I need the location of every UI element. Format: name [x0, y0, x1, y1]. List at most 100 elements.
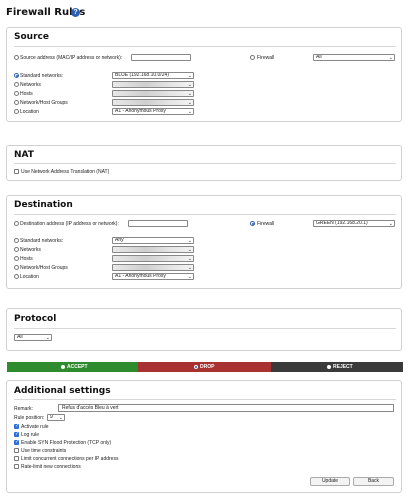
source-firewall-radio[interactable]: [250, 55, 255, 60]
source-firewall-label: Firewall: [257, 55, 275, 61]
chevron-down-icon: ⌄: [187, 73, 192, 79]
rule-position-select[interactable]: 9 ⌄: [47, 414, 65, 421]
destination-location-label: Location: [20, 274, 39, 280]
chevron-down-icon: ⌄: [45, 335, 50, 341]
divider: [14, 399, 396, 400]
use-nat-label: Use Network Address Translation (NAT): [21, 169, 110, 175]
destination-networks-radio[interactable]: [14, 247, 19, 252]
destination-groups-radio[interactable]: [14, 265, 19, 270]
chevron-down-icon: ⌄: [388, 221, 393, 227]
syn-flood-checkbox[interactable]: [14, 439, 19, 446]
protocol-card: [6, 308, 402, 351]
drop-option[interactable]: DROP: [138, 362, 271, 372]
protocol-select[interactable]: All ⌄: [14, 334, 52, 341]
destination-networks-label: Networks: [20, 247, 41, 253]
divider: [14, 163, 396, 164]
back-button[interactable]: Back: [353, 477, 394, 486]
protocol-value: All: [17, 334, 23, 340]
destination-groups-label: Network/Host Groups: [20, 265, 68, 271]
source-location-value: A1 - Anonymous Proxy: [115, 108, 166, 114]
drop-label: DROP: [200, 364, 215, 370]
source-location-select[interactable]: A1 - Anonymous Proxy ⌄: [112, 108, 194, 115]
source-heading: Source: [14, 32, 49, 42]
chevron-down-icon: ⌄: [187, 247, 192, 253]
destination-location-radio[interactable]: [14, 274, 19, 279]
source-standard-networks-value: BLUE (192.168.10.0/24): [115, 72, 169, 78]
source-address-radio[interactable]: [14, 55, 19, 60]
accept-option[interactable]: ACCEPT: [7, 362, 138, 372]
accept-radio-icon: [61, 364, 65, 369]
source-location-label: Location: [20, 109, 39, 115]
chevron-down-icon: ⌄: [187, 274, 192, 280]
time-constraints-label: Use time constraints: [21, 448, 67, 454]
help-icon[interactable]: ?: [71, 8, 80, 17]
chevron-down-icon: ⌄: [187, 109, 192, 115]
chevron-down-icon: ⌄: [187, 238, 192, 244]
rule-position-label: Rule position:: [14, 415, 45, 421]
destination-firewall-radio[interactable]: [250, 221, 255, 226]
additional-settings-heading: Additional settings: [14, 386, 111, 396]
chevron-down-icon: ⌄: [187, 91, 192, 97]
destination-standard-networks-select[interactable]: Any ⌄: [112, 237, 194, 244]
source-standard-networks-radio[interactable]: [14, 73, 19, 78]
chevron-down-icon: ⌄: [187, 265, 192, 271]
destination-location-select[interactable]: A1 - Anonymous Proxy ⌄: [112, 273, 194, 280]
rate-limit-checkbox[interactable]: [14, 464, 19, 469]
source-networks-label: Networks: [20, 82, 41, 88]
syn-flood-label: Enable SYN Flood Protection (TCP only): [21, 440, 112, 446]
chevron-down-icon: ⌄: [187, 256, 192, 262]
source-groups-radio[interactable]: [14, 100, 19, 105]
source-address-input[interactable]: [131, 54, 191, 61]
destination-firewall-select[interactable]: GREEN (192.168.20.1) ⌄: [313, 220, 395, 227]
chevron-down-icon: ⌄: [187, 100, 192, 106]
reject-label: REJECT: [333, 364, 353, 370]
log-rule-label: Log rule: [21, 432, 40, 438]
limit-concurrent-label: Limit concurrent connections per IP addr…: [21, 456, 119, 462]
source-location-radio[interactable]: [14, 109, 19, 114]
reject-option[interactable]: REJECT: [271, 362, 403, 372]
source-standard-networks-label: Standard networks:: [20, 73, 64, 79]
source-firewall-select[interactable]: All ⌄: [313, 54, 395, 61]
divider: [14, 214, 396, 215]
source-hosts-select[interactable]: ⌄: [112, 90, 194, 97]
source-groups-select[interactable]: ⌄: [112, 99, 194, 106]
source-groups-label: Network/Host Groups: [20, 100, 68, 106]
source-networks-select[interactable]: ⌄: [112, 81, 194, 88]
reject-radio-icon: [327, 364, 331, 369]
use-nat-checkbox[interactable]: [14, 169, 19, 174]
destination-firewall-value: GREEN (192.168.20.1): [316, 220, 368, 226]
chevron-down-icon: ⌄: [58, 415, 63, 421]
rule-position-value: 9: [50, 414, 53, 420]
source-standard-networks-select[interactable]: BLUE (192.168.10.0/24) ⌄: [112, 72, 194, 79]
activate-rule-checkbox[interactable]: [14, 423, 19, 430]
destination-networks-select[interactable]: ⌄: [112, 246, 194, 253]
activate-rule-label: Activate rule: [21, 424, 49, 430]
source-networks-radio[interactable]: [14, 82, 19, 87]
log-rule-checkbox[interactable]: [14, 431, 19, 438]
destination-hosts-radio[interactable]: [14, 256, 19, 261]
remark-label: Remark:: [14, 406, 33, 412]
source-hosts-label: Hosts: [20, 91, 33, 97]
destination-standard-networks-radio[interactable]: [14, 238, 19, 243]
nat-heading: NAT: [14, 150, 34, 160]
divider: [14, 328, 396, 329]
protocol-heading: Protocol: [14, 314, 57, 324]
update-button[interactable]: Update: [310, 477, 350, 486]
destination-firewall-label: Firewall: [257, 221, 275, 227]
destination-heading: Destination: [14, 200, 73, 210]
time-constraints-checkbox[interactable]: [14, 448, 19, 453]
destination-standard-networks-label: Standard networks:: [20, 238, 64, 244]
source-card: [6, 27, 402, 122]
destination-address-label: Destination address (IP address or netwo…: [20, 221, 119, 227]
source-firewall-value: All: [316, 54, 322, 60]
divider: [14, 46, 396, 47]
remark-input[interactable]: Refus d'accès Bleu à vert: [58, 404, 394, 412]
destination-groups-select[interactable]: ⌄: [112, 264, 194, 271]
limit-concurrent-checkbox[interactable]: [14, 456, 19, 461]
accept-label: ACCEPT: [67, 364, 88, 370]
source-hosts-radio[interactable]: [14, 91, 19, 96]
source-address-label: Source address (MAC/IP address or networ…: [20, 55, 123, 61]
destination-address-radio[interactable]: [14, 221, 19, 226]
destination-hosts-select[interactable]: ⌄: [112, 255, 194, 262]
destination-address-input[interactable]: [128, 220, 188, 227]
